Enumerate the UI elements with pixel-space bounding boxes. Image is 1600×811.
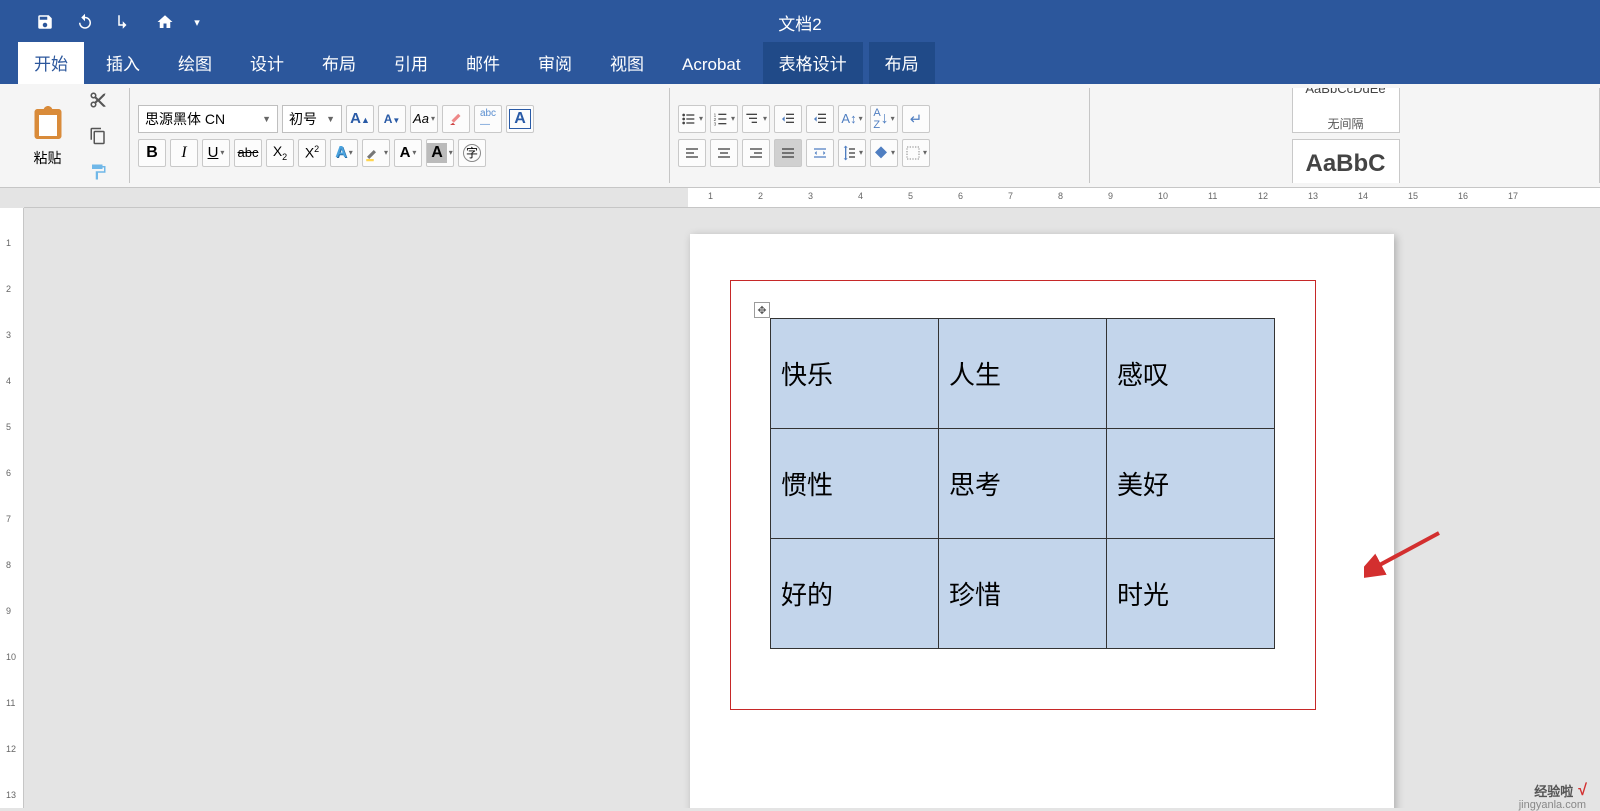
save-icon[interactable] <box>30 7 60 37</box>
tab-table-layout[interactable]: 布局 <box>869 42 935 84</box>
strike-icon[interactable]: abc <box>234 139 262 167</box>
clipboard-side <box>84 86 112 186</box>
ribbon-tabs: 开始 插入 绘图 设计 布局 引用 邮件 审阅 视图 Acrobat 表格设计 … <box>0 44 1600 84</box>
text-direction-icon[interactable]: A↕ <box>838 105 866 133</box>
highlight-icon[interactable] <box>362 139 390 167</box>
line-spacing-icon[interactable] <box>838 139 866 167</box>
char-border-icon[interactable]: A <box>506 105 534 133</box>
bold-icon[interactable]: B <box>138 139 166 167</box>
multilevel-icon[interactable] <box>742 105 770 133</box>
phonetic-guide-icon[interactable]: abc— <box>474 105 502 133</box>
tab-design[interactable]: 设计 <box>234 42 300 84</box>
sort-icon[interactable]: AZ↓ <box>870 105 898 133</box>
home-icon[interactable] <box>150 7 180 37</box>
annotation-arrow-icon <box>1364 528 1444 583</box>
font-name-select[interactable]: 思源黑体 CN▼ <box>138 105 278 133</box>
char-shading-icon[interactable]: A <box>426 139 454 167</box>
shrink-font-icon[interactable]: A▼ <box>378 105 406 133</box>
tab-draw[interactable]: 绘图 <box>162 42 228 84</box>
group-styles: AaBbCcDdEe 正文 AaBbCcDdEe 无间隔 AaBbC 标题 1 … <box>1090 88 1600 183</box>
align-center-icon[interactable] <box>710 139 738 167</box>
paste-button[interactable]: 粘贴 <box>18 104 78 168</box>
tab-view[interactable]: 视图 <box>594 42 660 84</box>
table-cell[interactable]: 惯性 <box>771 429 939 539</box>
font-size-select[interactable]: 初号▼ <box>282 105 342 133</box>
table-row[interactable]: 惯性 思考 美好 <box>771 429 1275 539</box>
ruler-horizontal[interactable]: 1234567891011121314151617 <box>24 188 1600 208</box>
underline-icon[interactable]: U <box>202 139 230 167</box>
tab-review[interactable]: 审阅 <box>522 42 588 84</box>
check-icon: √ <box>1577 782 1586 800</box>
group-font: 思源黑体 CN▼ 初号▼ A▲ A▼ Aa abc— A B I U abc X… <box>130 88 670 183</box>
table-move-handle[interactable]: ✥ <box>754 302 770 318</box>
align-justify-icon[interactable] <box>774 139 802 167</box>
table-cell[interactable]: 时光 <box>1107 539 1275 649</box>
document-table[interactable]: 快乐 人生 感叹 惯性 思考 美好 好的 珍惜 时光 <box>770 318 1275 649</box>
table-cell[interactable]: 美好 <box>1107 429 1275 539</box>
format-painter-icon[interactable] <box>84 158 112 186</box>
cut-icon[interactable] <box>84 86 112 114</box>
shading-icon[interactable] <box>870 139 898 167</box>
paste-label: 粘贴 <box>34 148 62 168</box>
ribbon: 粘贴 思源黑体 CN▼ 初号▼ A▲ A▼ Aa abc— A B I U ab… <box>0 84 1600 188</box>
align-right-icon[interactable] <box>742 139 770 167</box>
italic-icon[interactable]: I <box>170 139 198 167</box>
table-cell[interactable]: 人生 <box>939 319 1107 429</box>
document-title: 文档2 <box>778 10 821 35</box>
clear-format-icon[interactable] <box>442 105 470 133</box>
redo-icon[interactable] <box>110 7 140 37</box>
table-cell[interactable]: 思考 <box>939 429 1107 539</box>
title-bar: ▾ 文档2 <box>0 0 1600 44</box>
watermark: 经验啦 √ jingyanla.com <box>1534 781 1586 800</box>
ruler-vertical[interactable]: 12345678910111213 <box>0 208 24 808</box>
svg-text:3: 3 <box>714 121 717 126</box>
undo-icon[interactable] <box>70 7 100 37</box>
grow-font-icon[interactable]: A▲ <box>346 105 374 133</box>
group-paragraph: 123 A↕ AZ↓ ↵ <box>670 88 1090 183</box>
enclose-char-icon[interactable]: 字 <box>458 139 486 167</box>
customize-qat-icon[interactable]: ▾ <box>190 7 204 37</box>
style-heading-1[interactable]: AaBbC 标题 1 <box>1292 139 1400 184</box>
clipboard-icon <box>30 104 66 144</box>
tab-references[interactable]: 引用 <box>378 42 444 84</box>
tab-layout[interactable]: 布局 <box>306 42 372 84</box>
indent-decrease-icon[interactable] <box>774 105 802 133</box>
group-clipboard: 粘贴 <box>0 88 130 183</box>
table-cell[interactable]: 珍惜 <box>939 539 1107 649</box>
tab-home[interactable]: 开始 <box>18 42 84 84</box>
table-row[interactable]: 好的 珍惜 时光 <box>771 539 1275 649</box>
bullets-icon[interactable] <box>678 105 706 133</box>
table-cell[interactable]: 快乐 <box>771 319 939 429</box>
superscript-icon[interactable]: X2 <box>298 139 326 167</box>
tab-insert[interactable]: 插入 <box>90 42 156 84</box>
change-case-icon[interactable]: Aa <box>410 105 438 133</box>
tab-acrobat[interactable]: Acrobat <box>666 47 757 84</box>
indent-increase-icon[interactable] <box>806 105 834 133</box>
canvas[interactable]: ✥ 快乐 人生 感叹 惯性 思考 美好 好的 珍惜 时光 <box>24 208 1600 808</box>
borders-icon[interactable] <box>902 139 930 167</box>
text-effects-icon[interactable]: A <box>330 139 358 167</box>
distributed-icon[interactable] <box>806 139 834 167</box>
table-cell[interactable]: 感叹 <box>1107 319 1275 429</box>
copy-icon[interactable] <box>84 122 112 150</box>
numbering-icon[interactable]: 123 <box>710 105 738 133</box>
tab-table-design[interactable]: 表格设计 <box>763 42 863 84</box>
style-no-spacing[interactable]: AaBbCcDdEe 无间隔 <box>1292 88 1400 133</box>
align-left-icon[interactable] <box>678 139 706 167</box>
workspace: 12345678910111213 ✥ 快乐 人生 感叹 惯性 思考 美好 好的… <box>0 208 1600 808</box>
font-color-icon[interactable]: A <box>394 139 422 167</box>
table-cell[interactable]: 好的 <box>771 539 939 649</box>
show-marks-icon[interactable]: ↵ <box>902 105 930 133</box>
table-row[interactable]: 快乐 人生 感叹 <box>771 319 1275 429</box>
document-page[interactable]: ✥ 快乐 人生 感叹 惯性 思考 美好 好的 珍惜 时光 <box>690 234 1394 808</box>
subscript-icon[interactable]: X2 <box>266 139 294 167</box>
tab-mailings[interactable]: 邮件 <box>450 42 516 84</box>
